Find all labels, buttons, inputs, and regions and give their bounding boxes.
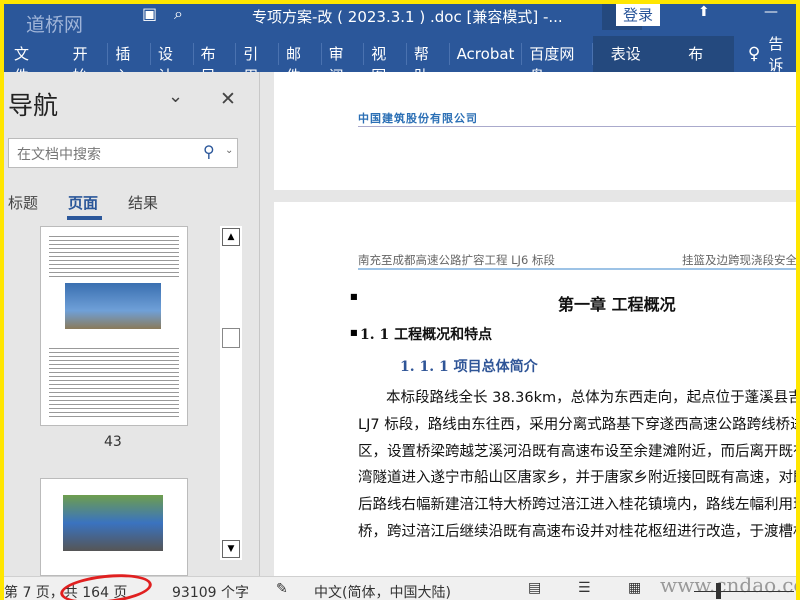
thumbnail-page-number: 43 (104, 434, 122, 450)
tab-help[interactable]: 帮助 (407, 43, 450, 85)
tab-references[interactable]: 引用 (236, 43, 279, 85)
scroll-thumb[interactable] (222, 328, 240, 348)
language[interactable]: 中文(简体，中国大陆) (314, 582, 451, 600)
tab-review[interactable]: 审阅 (322, 43, 365, 85)
ribbon-display-icon[interactable]: ⬆ (698, 4, 710, 20)
heading-2: 1. 1 工程概况和特点 (360, 327, 493, 343)
site-watermark: www.cndao.com (660, 573, 796, 597)
body-line: 桥，跨过涪江后继续沿既有高速布设并对桂花枢纽进行改造，于渡槽村附 (358, 524, 796, 540)
web-layout-icon[interactable]: ▦ (628, 580, 641, 596)
body-line: 本标段路线全长 38.36km，总体为东西走向，起点位于蓬溪县吉祥 (386, 390, 796, 406)
search-placeholder: 在文档中搜索 (17, 147, 101, 163)
tab-table-design[interactable]: 表设计 (592, 36, 671, 99)
chevron-down-icon[interactable]: ⌄ (168, 86, 183, 107)
chapter-heading: 第一章 工程概况 (558, 295, 676, 314)
lightbulb-icon[interactable]: ♀ (734, 44, 768, 64)
tab-home[interactable]: 开始 (66, 43, 109, 85)
page-current[interactable]: 南充至成都高速公路扩容工程 LJ6 标段 挂篮及边跨现浇段安全 ■ 第一章 工程… (274, 202, 796, 582)
zoom-slider[interactable] (694, 591, 794, 592)
tab-headings[interactable]: 标题 (8, 192, 38, 213)
document-title: 专项方案-改 ( 2023.3.1 ) .doc [兼容模式] -... (252, 8, 563, 26)
page-header-left: 南充至成都高速公路扩容工程 LJ6 标段 (358, 253, 555, 267)
status-bar: 第 7 页，共 164 页 93109 个字 ✎ 中文(简体，中国大陆) ▤ ☰… (4, 570, 796, 600)
tab-results[interactable]: 结果 (128, 192, 158, 213)
watermark-logo: 道桥网 (26, 14, 84, 36)
close-icon[interactable]: ✕ (220, 88, 236, 110)
navigation-pane: 导航 ⌄ ✕ 在文档中搜索 ⚲ ⌄ 标题 页面 结果 43 ▲ ▼ (4, 72, 260, 576)
scroll-down-icon[interactable]: ▼ (222, 540, 240, 558)
word-count[interactable]: 93109 个字 (172, 582, 249, 600)
tab-layout[interactable]: 布局 (194, 43, 237, 85)
proofing-icon[interactable]: ✎ (276, 581, 288, 597)
ribbon-tabs: 文件 开始 插入 设计 布局 引用 邮件 审阅 视图 帮助 Acrobat 百度… (4, 33, 796, 99)
company-logo: 中国建筑股份有限公司 (358, 112, 478, 125)
search-icon[interactable]: ⚲ (203, 142, 215, 161)
tab-table-layout[interactable]: 布局 (670, 36, 734, 99)
body-line: 后路线右幅新建涪江特大桥跨过涪江进入桂花镇境内，路线左幅利用现状 (358, 497, 796, 513)
tab-design[interactable]: 设计 (151, 43, 194, 85)
print-preview-icon[interactable]: ⌕ (174, 4, 183, 24)
login-button[interactable]: 登录 (616, 4, 660, 26)
page-previous: 中国建筑股份有限公司 (274, 72, 796, 190)
body-line: LJ7 标段，路线由东往西，采用分离式路基下穿遂西高速公路跨线桥进入 (358, 417, 796, 433)
scroll-up-icon[interactable]: ▲ (222, 228, 240, 246)
read-mode-icon[interactable]: ▤ (528, 580, 541, 596)
body-line: 湾隧道进入遂宁市船山区唐家乡，并于唐家乡附近接回既有高速，对既有 (358, 470, 796, 486)
active-tab-indicator (67, 216, 102, 220)
tab-insert[interactable]: 插入 (108, 43, 151, 85)
tab-view[interactable]: 视图 (364, 43, 407, 85)
tab-pages[interactable]: 页面 (68, 192, 98, 213)
minimize-icon[interactable]: — (764, 4, 778, 20)
save-icon[interactable]: ▣ (142, 4, 157, 23)
tab-file[interactable]: 文件 (4, 43, 66, 85)
tab-baidu-netdisk[interactable]: 百度网盘 (522, 43, 593, 85)
tab-mailings[interactable]: 邮件 (279, 43, 322, 85)
search-input[interactable]: 在文档中搜索 ⚲ ⌄ (8, 138, 238, 168)
body-line: 区，设置桥梁跨越芝溪河沿既有高速布设至余建滩附近，而后离开既有高 (358, 444, 796, 460)
nav-title: 导航 (8, 91, 59, 120)
page-header-right: 挂篮及边跨现浇段安全 (682, 253, 796, 267)
page-thumbnail-43[interactable] (40, 226, 188, 426)
tell-me[interactable]: 告诉 (768, 33, 796, 75)
search-options-icon[interactable]: ⌄ (225, 145, 233, 156)
document-area: 中国建筑股份有限公司 南充至成都高速公路扩容工程 LJ6 标段 挂篮及边跨现浇段… (274, 72, 796, 582)
zoom-slider-thumb[interactable] (716, 583, 721, 599)
page-thumbnail-44[interactable] (40, 478, 188, 576)
title-bar: 道桥网 ▣ ⌕ 专项方案-改 ( 2023.3.1 ) .doc [兼容模式] … (4, 4, 796, 36)
heading-3: 1. 1. 1 项目总体简介 (400, 359, 538, 375)
print-layout-icon[interactable]: ☰ (578, 580, 591, 596)
thumbnail-scrollbar[interactable]: ▲ ▼ (220, 226, 242, 560)
tab-acrobat[interactable]: Acrobat (450, 43, 523, 65)
